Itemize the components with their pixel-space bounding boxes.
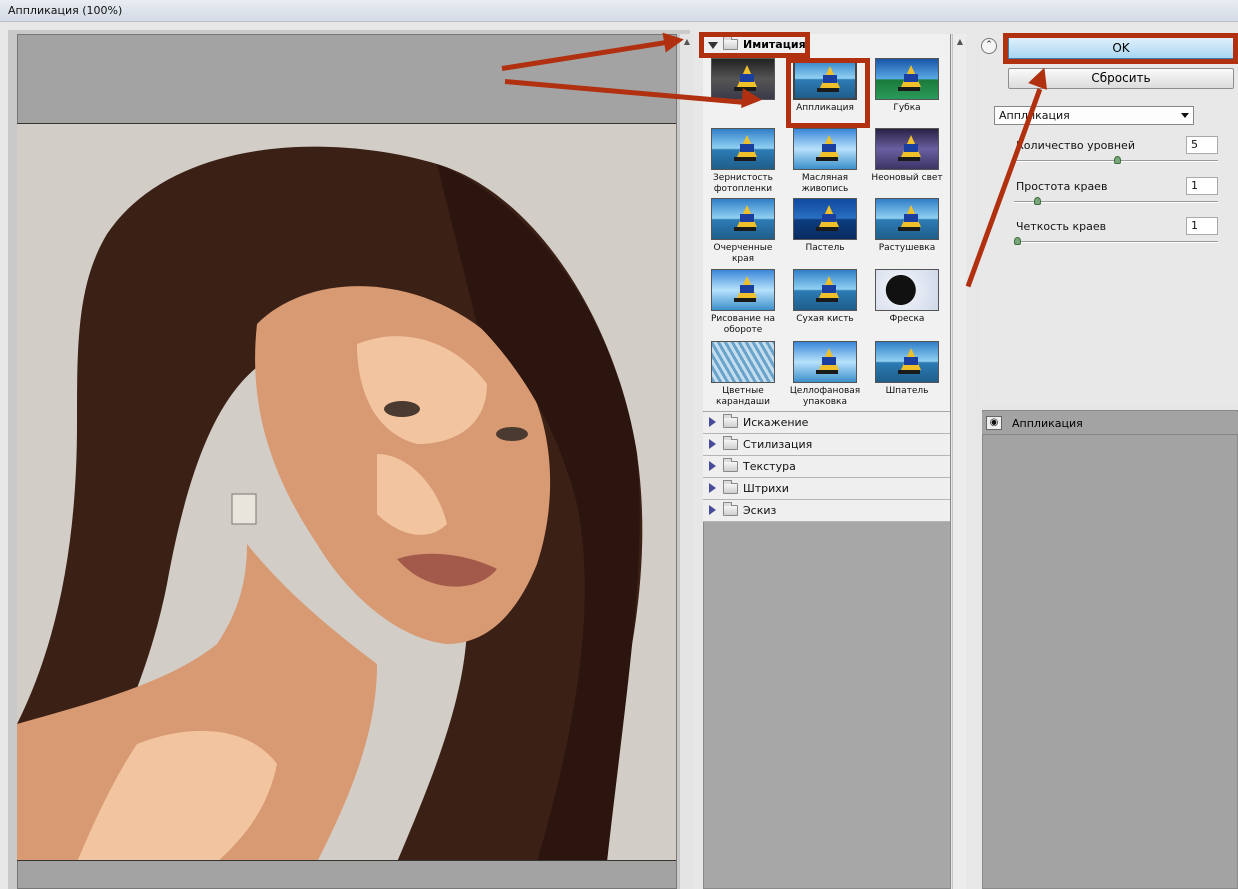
category-label: Искажение <box>743 416 809 429</box>
edge-simplicity-slider-thumb[interactable] <box>1034 197 1041 205</box>
filter-label: Сухая кисть <box>796 314 854 324</box>
filter-preview-image <box>793 341 857 383</box>
filter-label: Губка <box>893 103 921 113</box>
filter-preview-image <box>875 198 939 240</box>
filter-thumb-neon-glow[interactable]: Неоновый свет <box>869 128 945 198</box>
edge-fidelity-label: Четкость краев <box>1016 220 1107 233</box>
filter-label: Фреска <box>889 314 925 324</box>
edge-fidelity-slider-thumb[interactable] <box>1014 237 1021 245</box>
filter-thumb-dry-brush[interactable]: Сухая кисть <box>787 269 863 339</box>
levels-slider-thumb[interactable] <box>1114 156 1121 164</box>
filter-thumb-palette-knife[interactable]: Шпатель <box>869 341 945 411</box>
filter-parameters: Количество уровней 5 Простота краев 1 Че… <box>1008 131 1222 271</box>
edge-fidelity-input[interactable]: 1 <box>1186 217 1218 235</box>
filter-preview-image <box>793 198 857 240</box>
filter-preview-image <box>793 269 857 311</box>
filter-preview-image <box>711 341 775 383</box>
filter-thumb-colored-pencil[interactable]: Цветные карандаши <box>705 341 781 411</box>
edge-simplicity-slider-track[interactable] <box>1014 201 1218 203</box>
annotation-box-applique <box>786 58 870 128</box>
filter-thumb-sponge[interactable]: Губка <box>869 58 945 128</box>
filter-preview-image <box>711 198 775 240</box>
category-sketch[interactable]: Эскиз <box>703 500 950 522</box>
category-label: Эскиз <box>743 504 777 517</box>
triangle-right-icon <box>709 505 716 515</box>
category-stylize[interactable]: Стилизация <box>703 434 950 456</box>
filter-label: Зернистость фотопленки <box>713 173 773 194</box>
filter-preview-image <box>875 269 939 311</box>
preview-scrollbar[interactable]: ▲ <box>679 34 693 889</box>
preview-image[interactable] <box>17 123 676 861</box>
eye-icon[interactable]: ◉ <box>986 416 1002 430</box>
filter-thumb-pastel[interactable]: Пастель <box>787 198 863 268</box>
window-title: Аппликация (100%) <box>8 4 123 17</box>
filter-thumb-plastic-wrap[interactable]: Целлофановая упаковка <box>787 341 863 411</box>
edge-fidelity-slider-track[interactable] <box>1014 241 1218 243</box>
effect-layer-label: Аппликация <box>1012 417 1083 430</box>
filter-thumb-smudge[interactable]: Растушевка <box>869 198 945 268</box>
folder-icon <box>723 480 738 494</box>
filter-thumb-underpainting[interactable]: Рисование на обороте <box>705 269 781 339</box>
portrait-preview-image <box>17 124 676 860</box>
edge-simplicity-label: Простота краев <box>1016 180 1108 193</box>
filter-label: Целлофановая упаковка <box>789 386 861 407</box>
levels-label: Количество уровней <box>1016 139 1135 152</box>
category-label: Стилизация <box>743 438 813 451</box>
annotation-box-ok <box>1003 33 1238 64</box>
scroll-up-icon[interactable]: ▲ <box>955 37 965 47</box>
filter-label: Рисование на обороте <box>710 314 776 335</box>
filter-thumb-film-grain[interactable]: Зернистость фотопленки <box>705 128 781 198</box>
chevron-down-icon <box>1181 113 1189 118</box>
filter-preview-image <box>875 128 939 170</box>
effect-layer-row[interactable]: ◉ Аппликация <box>982 412 1238 435</box>
category-brush-strokes[interactable]: Штрихи <box>703 478 950 500</box>
filter-preview-image <box>875 58 939 100</box>
folder-icon <box>723 458 738 472</box>
category-distort[interactable]: Искажение <box>703 412 950 434</box>
filter-label: Растушевка <box>878 243 936 253</box>
edge-simplicity-input[interactable]: 1 <box>1186 177 1218 195</box>
triangle-right-icon <box>709 483 716 493</box>
filter-preview-image <box>793 128 857 170</box>
window-title-bar: Аппликация (100%) <box>0 0 1238 22</box>
triangle-right-icon <box>709 461 716 471</box>
filter-label: Масляная живопись <box>801 173 849 194</box>
annotation-arrowhead-2 <box>741 88 763 110</box>
levels-input[interactable]: 5 <box>1186 136 1218 154</box>
filter-preview-image <box>711 269 775 311</box>
filter-label: Пастель <box>805 243 845 253</box>
filter-label: Неоновый свет <box>871 173 943 183</box>
annotation-arrowhead-1 <box>662 29 686 53</box>
filter-label: Очерченные края <box>713 243 773 264</box>
category-label: Текстура <box>743 460 796 473</box>
folder-icon <box>723 414 738 428</box>
folder-icon <box>723 436 738 450</box>
filter-thumb-oil-paint[interactable]: Масляная живопись <box>787 128 863 198</box>
folder-icon <box>723 502 738 516</box>
effect-layers-panel <box>982 410 1238 889</box>
filter-thumb-fresco[interactable]: Фреска <box>869 269 945 339</box>
gallery-scrollbar[interactable]: ▲ <box>952 34 966 889</box>
filter-label: Шпатель <box>885 386 929 396</box>
filter-thumb-poster-edges[interactable]: Очерченные края <box>705 198 781 268</box>
annotation-box-category <box>699 32 810 58</box>
triangle-right-icon <box>709 417 716 427</box>
double-chevron-up-icon[interactable]: ⌃ <box>981 38 997 54</box>
category-label: Штрихи <box>743 482 789 495</box>
filter-label: Цветные карандаши <box>716 386 770 407</box>
filter-preview-image <box>711 128 775 170</box>
triangle-right-icon <box>709 439 716 449</box>
filter-preview-image <box>875 341 939 383</box>
category-texture[interactable]: Текстура <box>703 456 950 478</box>
